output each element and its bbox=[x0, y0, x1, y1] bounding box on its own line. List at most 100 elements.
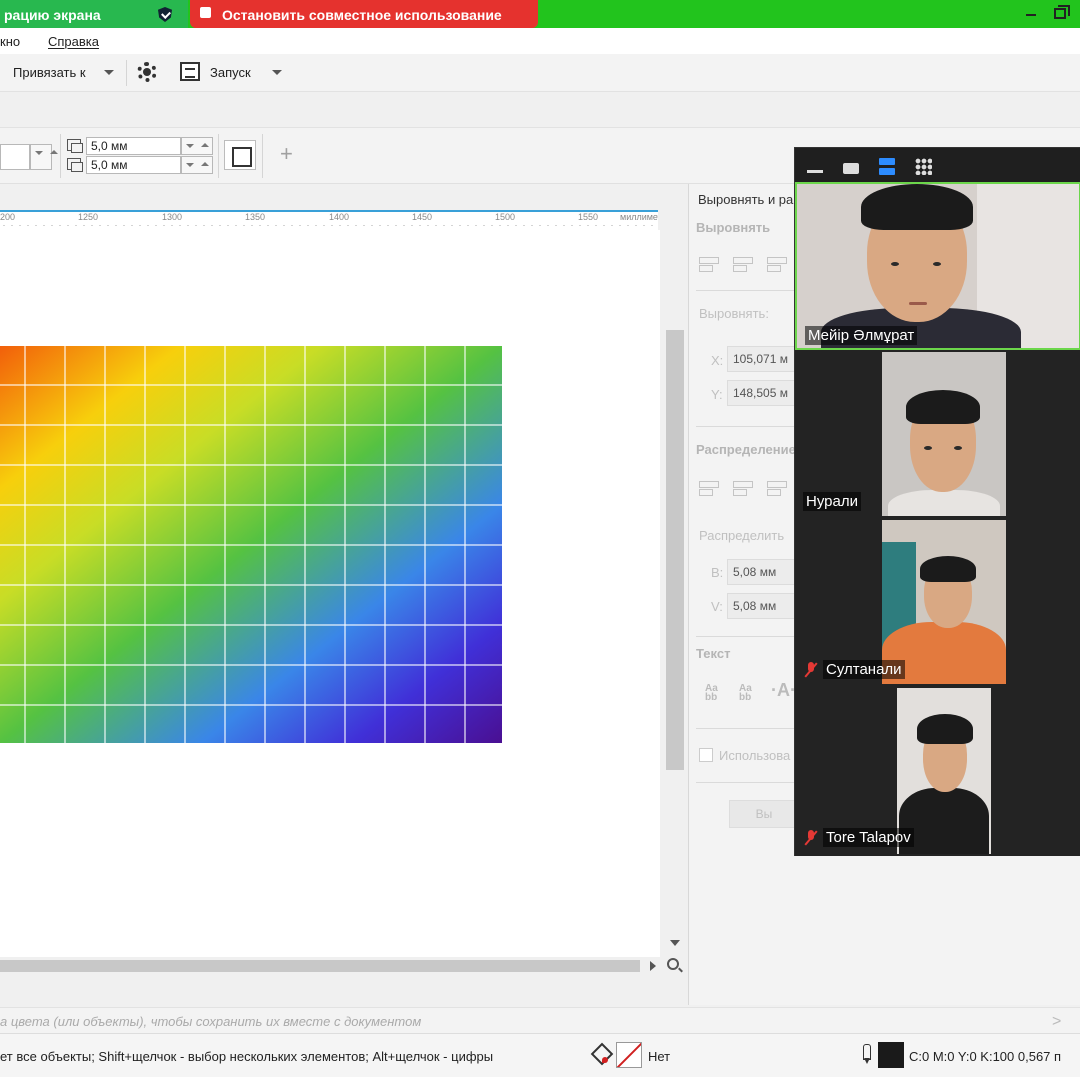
participant-video bbox=[797, 184, 1079, 348]
text-section-label: Текст bbox=[696, 646, 731, 661]
participant-tile[interactable]: Султанали bbox=[795, 518, 1080, 686]
menu-item-help[interactable]: Справка bbox=[48, 34, 99, 49]
standard-toolbar: Привязать к Запуск bbox=[0, 54, 1080, 92]
participant-tile[interactable]: Tore Talapov bbox=[795, 686, 1080, 856]
docker-title: Выровнять и ра bbox=[698, 192, 794, 207]
app-window: рацию экрана Остановить совместное испол… bbox=[0, 0, 1080, 1077]
text-frame-icon[interactable]: ·A· bbox=[771, 680, 796, 701]
restore-icon[interactable] bbox=[1054, 5, 1070, 19]
muted-mic-icon bbox=[805, 830, 817, 846]
stop-sharing-button[interactable]: Остановить совместное использование bbox=[190, 0, 538, 28]
participant-name: Мейір Әлмұрат bbox=[805, 326, 918, 345]
duplicate-distance-x[interactable]: 5,0 мм bbox=[86, 137, 181, 155]
distribute-left-icon[interactable] bbox=[699, 478, 721, 496]
ruler-corner bbox=[658, 210, 688, 230]
b-label: B: bbox=[711, 565, 724, 580]
fill-bucket-icon[interactable] bbox=[592, 1044, 610, 1064]
fill-label: Нет bbox=[648, 1049, 671, 1064]
ruler-tick: 200 bbox=[0, 212, 16, 222]
y-label: Y: bbox=[711, 387, 723, 402]
ruler-tick: 1250 bbox=[78, 212, 99, 222]
participant-tile[interactable]: Мейір Әлмұрат bbox=[795, 182, 1080, 350]
snap-to-dropdown[interactable]: Привязать к bbox=[13, 65, 86, 80]
size-spinner[interactable] bbox=[30, 144, 58, 170]
minimize-video-icon[interactable] bbox=[807, 170, 823, 173]
docker-divider bbox=[696, 636, 796, 637]
pen-icon[interactable] bbox=[861, 1044, 871, 1064]
palette-hint-text: а цвета (или объекты), чтобы сохранить и… bbox=[0, 1014, 422, 1029]
distribute-section-label: Распределение bbox=[696, 442, 796, 457]
participants-header bbox=[795, 148, 1080, 182]
speaker-view-icon[interactable] bbox=[843, 163, 859, 174]
align-y-field[interactable]: 148,505 м bbox=[727, 380, 797, 406]
participant-hair bbox=[917, 714, 973, 744]
size-field[interactable] bbox=[0, 144, 30, 170]
ruler-tick: 1400 bbox=[329, 212, 350, 222]
ruler-header bbox=[0, 184, 688, 210]
chevron-right-icon[interactable]: > bbox=[1052, 1013, 1061, 1031]
docker-apply-button[interactable]: Вы bbox=[729, 800, 799, 828]
participants-panel: Мейір Әлмұрат Нурали Султанали Tore Tala… bbox=[794, 147, 1080, 856]
distribute-right-icon[interactable] bbox=[767, 478, 789, 496]
text-align-icon[interactable]: Aa bb bbox=[739, 684, 752, 703]
launch-dropdown[interactable]: Запуск bbox=[210, 65, 251, 80]
participant-name: Tore Talapov bbox=[823, 828, 914, 847]
align-right-icon[interactable] bbox=[767, 254, 789, 272]
distribute-center-icon[interactable] bbox=[733, 478, 755, 496]
participant-hair bbox=[906, 390, 980, 424]
chevron-down-icon[interactable] bbox=[272, 70, 282, 75]
participant-name: Султанали bbox=[823, 660, 905, 679]
participant-tile[interactable]: Нурали bbox=[795, 350, 1080, 518]
x-label: X: bbox=[711, 353, 724, 368]
ruler-tick: 1350 bbox=[245, 212, 266, 222]
duplicate-distance-y[interactable]: 5,0 мм bbox=[86, 156, 181, 174]
chevron-down-icon[interactable] bbox=[104, 70, 114, 75]
strip-view-icon[interactable] bbox=[879, 158, 895, 175]
fill-none-swatch[interactable] bbox=[616, 1042, 642, 1068]
scroll-down-icon[interactable] bbox=[670, 940, 680, 946]
outline-color-swatch[interactable] bbox=[878, 1042, 904, 1068]
participant-mouth bbox=[909, 302, 927, 305]
participant-eye bbox=[924, 446, 932, 450]
horizontal-ruler[interactable]: 200 1250 1300 1350 1400 1450 1500 1550 м… bbox=[0, 210, 673, 230]
propbar-divider bbox=[262, 134, 263, 178]
v-label: V: bbox=[711, 599, 723, 614]
duplicate-y-spinner[interactable] bbox=[181, 156, 213, 174]
participant-body bbox=[888, 490, 1000, 516]
menu-item-window[interactable]: кно bbox=[0, 34, 20, 49]
outline-info: C:0 M:0 Y:0 K:100 0,567 п bbox=[909, 1049, 1062, 1064]
status-bar: ет все объекты; Shift+щелчок - выбор нес… bbox=[0, 1033, 1080, 1077]
align-left-icon[interactable] bbox=[699, 254, 721, 272]
minimize-icon[interactable] bbox=[1026, 14, 1036, 16]
add-icon[interactable]: + bbox=[280, 141, 293, 167]
distribute-to-label: Распределить bbox=[699, 528, 785, 543]
launch-icon[interactable] bbox=[180, 62, 200, 81]
align-x-field[interactable]: 105,071 м bbox=[727, 346, 797, 372]
distribute-v-field[interactable]: 5,08 мм bbox=[727, 593, 797, 619]
page-frame-button[interactable] bbox=[224, 140, 256, 170]
ruler-tick: 1500 bbox=[495, 212, 516, 222]
zoom-icon[interactable] bbox=[667, 958, 679, 970]
ruler-tick: 1450 bbox=[412, 212, 433, 222]
distribute-b-field[interactable]: 5,08 мм bbox=[727, 559, 797, 585]
docker-divider bbox=[696, 782, 796, 783]
screen-share-banner: рацию экрана Остановить совместное испол… bbox=[0, 0, 1080, 28]
align-to-label: Выровнять: bbox=[699, 306, 769, 321]
duplicate-x-spinner[interactable] bbox=[181, 137, 213, 155]
ruler-tick: 1300 bbox=[162, 212, 183, 222]
participant-video bbox=[882, 352, 1006, 516]
vertical-scroll-thumb[interactable] bbox=[666, 330, 684, 770]
docker-divider bbox=[696, 728, 796, 729]
participant-name: Нурали bbox=[803, 492, 861, 511]
horizontal-scroll-thumb[interactable] bbox=[0, 960, 640, 972]
participant-eye bbox=[933, 262, 941, 266]
scroll-right-icon[interactable] bbox=[650, 961, 656, 971]
duplicate-x-icon bbox=[67, 139, 83, 153]
text-align-icon[interactable]: Aa bb bbox=[705, 684, 718, 703]
align-center-icon[interactable] bbox=[733, 254, 755, 272]
document-palette-hint: а цвета (или объекты), чтобы сохранить и… bbox=[0, 1007, 1080, 1033]
participant-eye bbox=[891, 262, 899, 266]
gallery-view-icon[interactable] bbox=[915, 158, 932, 175]
status-message: ет все объекты; Shift+щелчок - выбор нес… bbox=[0, 1049, 494, 1064]
use-checkbox[interactable] bbox=[699, 748, 713, 762]
